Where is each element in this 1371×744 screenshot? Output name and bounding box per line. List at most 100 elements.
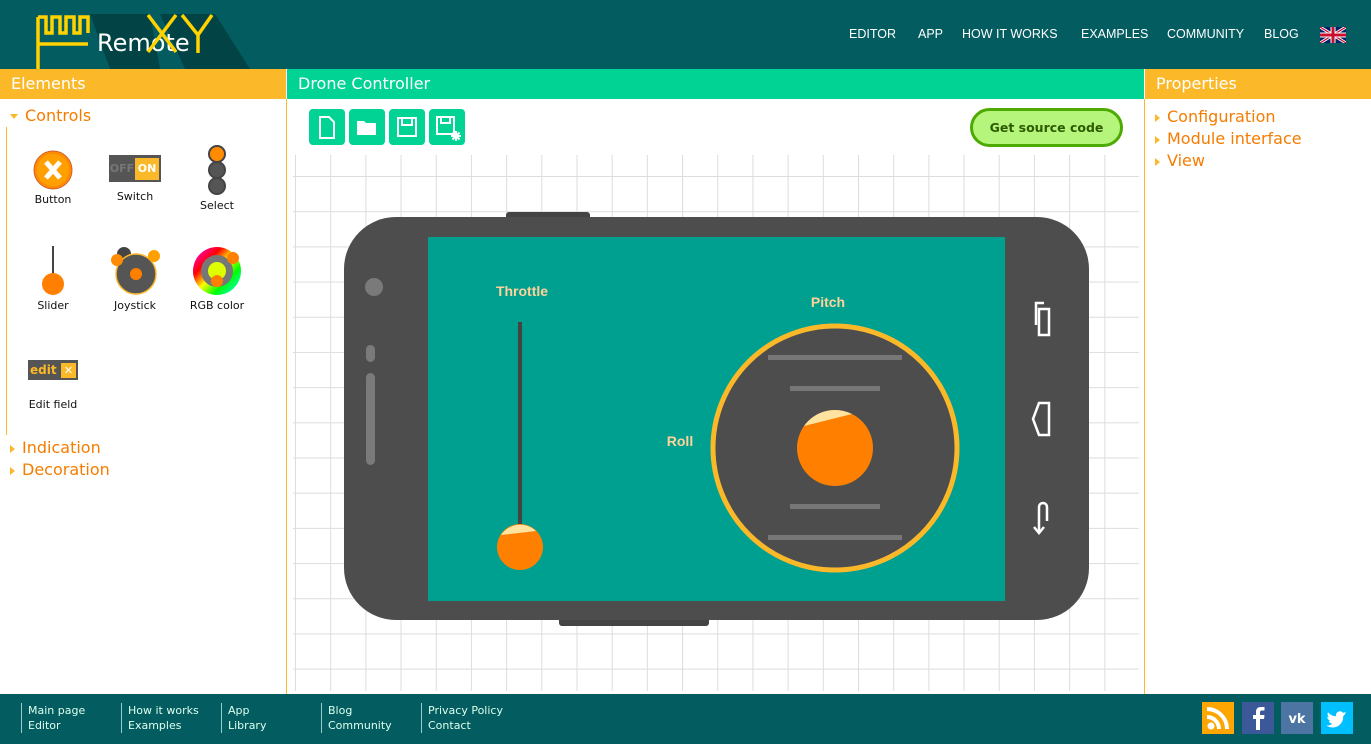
home-icon [1033, 501, 1049, 535]
twitter-icon[interactable] [1321, 702, 1353, 734]
caret-right-icon [1155, 135, 1160, 144]
button-icon [33, 150, 73, 190]
select-icon [208, 145, 226, 195]
property-label: Module interface [1167, 129, 1302, 148]
nav-blog[interactable]: BLOG [1264, 27, 1299, 41]
rgb-color-icon [193, 247, 241, 295]
nav-examples[interactable]: EXAMPLES [1081, 27, 1148, 41]
group-decoration[interactable]: Decoration [10, 460, 110, 479]
phone-speaker [366, 373, 375, 465]
element-label: Slider [37, 299, 69, 312]
element-label: Edit field [28, 398, 78, 411]
element-edit-field[interactable]: edit ✕ Edit field [18, 360, 88, 411]
group-label: Controls [25, 106, 92, 125]
svg-text:vk: vk [1288, 712, 1305, 727]
phone-nav-buttons [1031, 301, 1051, 535]
nav-how-it-works[interactable]: HOW IT WORKS [962, 27, 1058, 41]
group-label: Indication [22, 438, 101, 457]
project-title: Drone Controller [287, 69, 1144, 99]
vk-icon[interactable]: vk [1281, 702, 1313, 734]
new-file-button[interactable] [309, 109, 345, 145]
on-text: ON [135, 157, 159, 180]
open-button[interactable] [349, 109, 385, 145]
edit-text: edit [30, 363, 57, 377]
element-switch[interactable]: OFF ON Switch [100, 150, 170, 203]
uk-flag-icon[interactable] [1320, 27, 1346, 43]
property-module-interface[interactable]: Module interface [1155, 128, 1302, 150]
save-icon [397, 117, 417, 137]
footer: Main page Editor How it works Examples App… [0, 694, 1371, 744]
properties-panel-title: Properties [1145, 69, 1371, 99]
footer-link-contact[interactable]: Contact [428, 718, 503, 733]
footer-column: Blog Community [321, 703, 392, 733]
group-label: Decoration [22, 460, 110, 479]
caret-right-icon [10, 466, 15, 475]
throttle-label: Throttle [495, 283, 549, 299]
nav-community[interactable]: COMMUNITY [1167, 27, 1244, 41]
element-label: Button [34, 193, 72, 206]
element-label: Joystick [113, 299, 156, 312]
footer-column: Main page Editor [21, 703, 85, 733]
slider-icon [42, 246, 64, 295]
new-file-icon [319, 116, 335, 139]
element-label: Switch [116, 190, 154, 203]
svg-text:Remote: Remote [97, 29, 190, 57]
element-label: Select [200, 199, 234, 212]
roll-label: Roll [666, 433, 694, 449]
group-controls[interactable]: Controls [10, 106, 91, 125]
elements-panel-title: Elements [0, 69, 286, 99]
phone-screen: Throttle Pitch Roll [428, 237, 1005, 601]
nav-editor[interactable]: EDITOR [849, 27, 896, 41]
element-rgb-color[interactable]: RGB color [182, 246, 252, 312]
footer-link-blog[interactable]: Blog [328, 703, 392, 718]
element-slider[interactable]: Slider [18, 246, 88, 312]
footer-column: How it works Examples [121, 703, 199, 733]
switch-icon: OFF ON [109, 155, 161, 182]
properties-list: Configuration Module interface View [1155, 106, 1302, 172]
joystick-icon [111, 247, 160, 295]
footer-link-main-page[interactable]: Main page [28, 703, 85, 718]
footer-column: App Library [221, 703, 266, 733]
element-label: RGB color [189, 299, 245, 312]
group-indication[interactable]: Indication [10, 438, 101, 457]
remotexy-logo[interactable]: Remote [0, 0, 250, 69]
pitch-roll-joystick[interactable] [710, 323, 960, 573]
caret-down-icon [10, 114, 18, 119]
recent-apps-icon [1034, 301, 1051, 337]
property-configuration[interactable]: Configuration [1155, 106, 1302, 128]
header: Remote EDITOR APP HOW IT WORKS EXAMPLES … [0, 0, 1371, 69]
caret-right-icon [10, 444, 15, 453]
phone-sensor [366, 345, 375, 362]
save-button[interactable] [389, 109, 425, 145]
footer-link-examples[interactable]: Examples [128, 718, 199, 733]
facebook-icon[interactable] [1242, 702, 1274, 734]
caret-right-icon [1155, 113, 1160, 122]
property-view[interactable]: View [1155, 150, 1302, 172]
caret-right-icon [1155, 157, 1160, 166]
throttle-slider-track[interactable] [518, 322, 522, 532]
open-folder-icon [357, 121, 376, 135]
footer-link-editor[interactable]: Editor [28, 718, 85, 733]
footer-column: Privacy Policy Contact [421, 703, 503, 733]
throttle-slider-knob[interactable] [496, 523, 544, 571]
footer-link-app[interactable]: App [228, 703, 266, 718]
footer-link-how-it-works[interactable]: How it works [128, 703, 199, 718]
off-text: OFF [109, 162, 135, 175]
save-as-button[interactable] [429, 109, 465, 145]
element-joystick[interactable]: Joystick [100, 246, 170, 312]
footer-link-community[interactable]: Community [328, 718, 392, 733]
back-icon [1031, 401, 1051, 437]
element-select[interactable]: Select [182, 144, 252, 212]
pitch-label: Pitch [810, 294, 846, 310]
property-label: View [1167, 151, 1205, 170]
nav-app[interactable]: APP [918, 27, 943, 41]
footer-link-privacy-policy[interactable]: Privacy Policy [428, 703, 503, 718]
property-label: Configuration [1167, 107, 1276, 126]
save-as-icon [436, 116, 461, 141]
footer-link-library[interactable]: Library [228, 718, 266, 733]
get-source-code-button[interactable]: Get source code [970, 108, 1123, 147]
rss-icon[interactable] [1202, 702, 1234, 734]
edit-field-icon: edit ✕ [28, 360, 78, 380]
phone-camera [365, 278, 383, 296]
element-button[interactable]: Button [18, 150, 88, 206]
